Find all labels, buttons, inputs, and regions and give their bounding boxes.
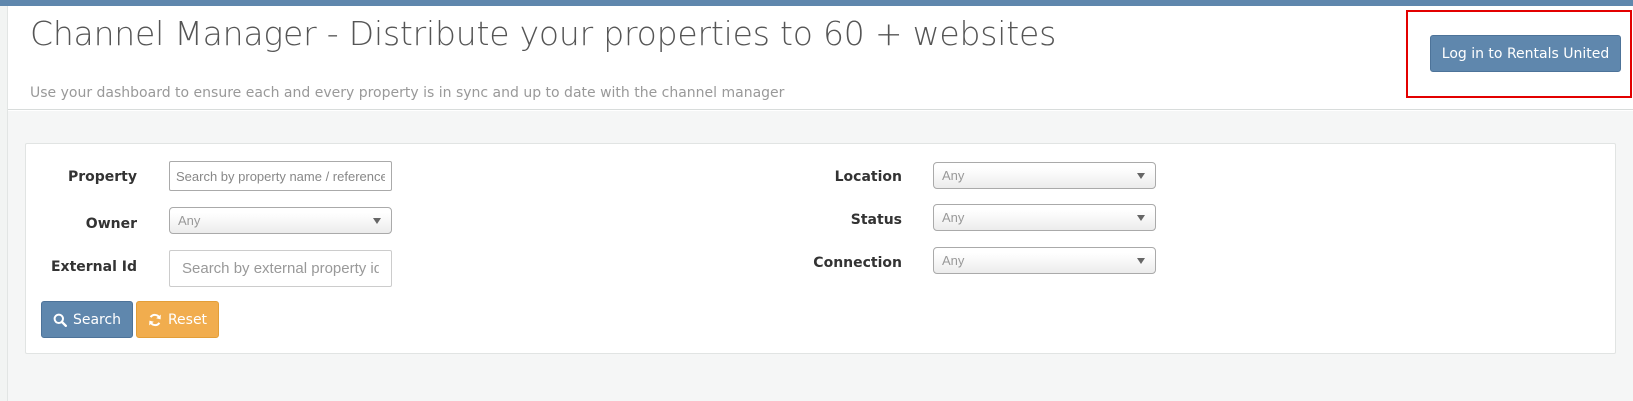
reset-button-label: Reset bbox=[167, 311, 208, 328]
external-id-input[interactable] bbox=[169, 250, 392, 287]
search-button[interactable]: Search bbox=[41, 301, 133, 338]
chevron-down-icon bbox=[1137, 214, 1145, 221]
status-select[interactable]: Any bbox=[933, 204, 1156, 231]
location-select-value: Any bbox=[942, 168, 965, 183]
owner-select-value: Any bbox=[178, 213, 201, 228]
connection-select[interactable]: Any bbox=[933, 247, 1156, 274]
status-label: Status bbox=[850, 212, 902, 228]
status-select-value: Any bbox=[942, 210, 965, 225]
chevron-down-icon bbox=[373, 217, 381, 224]
left-sidebar-edge bbox=[0, 6, 8, 401]
filter-panel: Property Owner Any External Id Location … bbox=[25, 143, 1616, 354]
page-subtitle: Use your dashboard to ensure each and ev… bbox=[30, 85, 785, 101]
chevron-down-icon bbox=[1137, 257, 1145, 264]
chevron-down-icon bbox=[1137, 172, 1145, 179]
connection-select-value: Any bbox=[942, 253, 965, 268]
location-label: Location bbox=[834, 169, 902, 185]
main-content: Property Owner Any External Id Location … bbox=[8, 111, 1633, 401]
refresh-icon bbox=[148, 313, 162, 327]
reset-button[interactable]: Reset bbox=[136, 301, 219, 338]
page-title: Channel Manager - Distribute your proper… bbox=[30, 14, 1057, 53]
owner-select[interactable]: Any bbox=[169, 207, 392, 234]
search-button-label: Search bbox=[72, 311, 122, 328]
page-header: Channel Manager - Distribute your proper… bbox=[8, 6, 1633, 110]
external-id-label: External Id bbox=[50, 259, 137, 275]
property-search-input[interactable] bbox=[169, 161, 392, 191]
property-label: Property bbox=[67, 169, 137, 185]
search-icon bbox=[53, 313, 67, 327]
location-select[interactable]: Any bbox=[933, 162, 1156, 189]
owner-label: Owner bbox=[85, 216, 137, 232]
login-rentals-united-button[interactable]: Log in to Rentals United bbox=[1430, 35, 1621, 72]
connection-label: Connection bbox=[813, 255, 902, 271]
